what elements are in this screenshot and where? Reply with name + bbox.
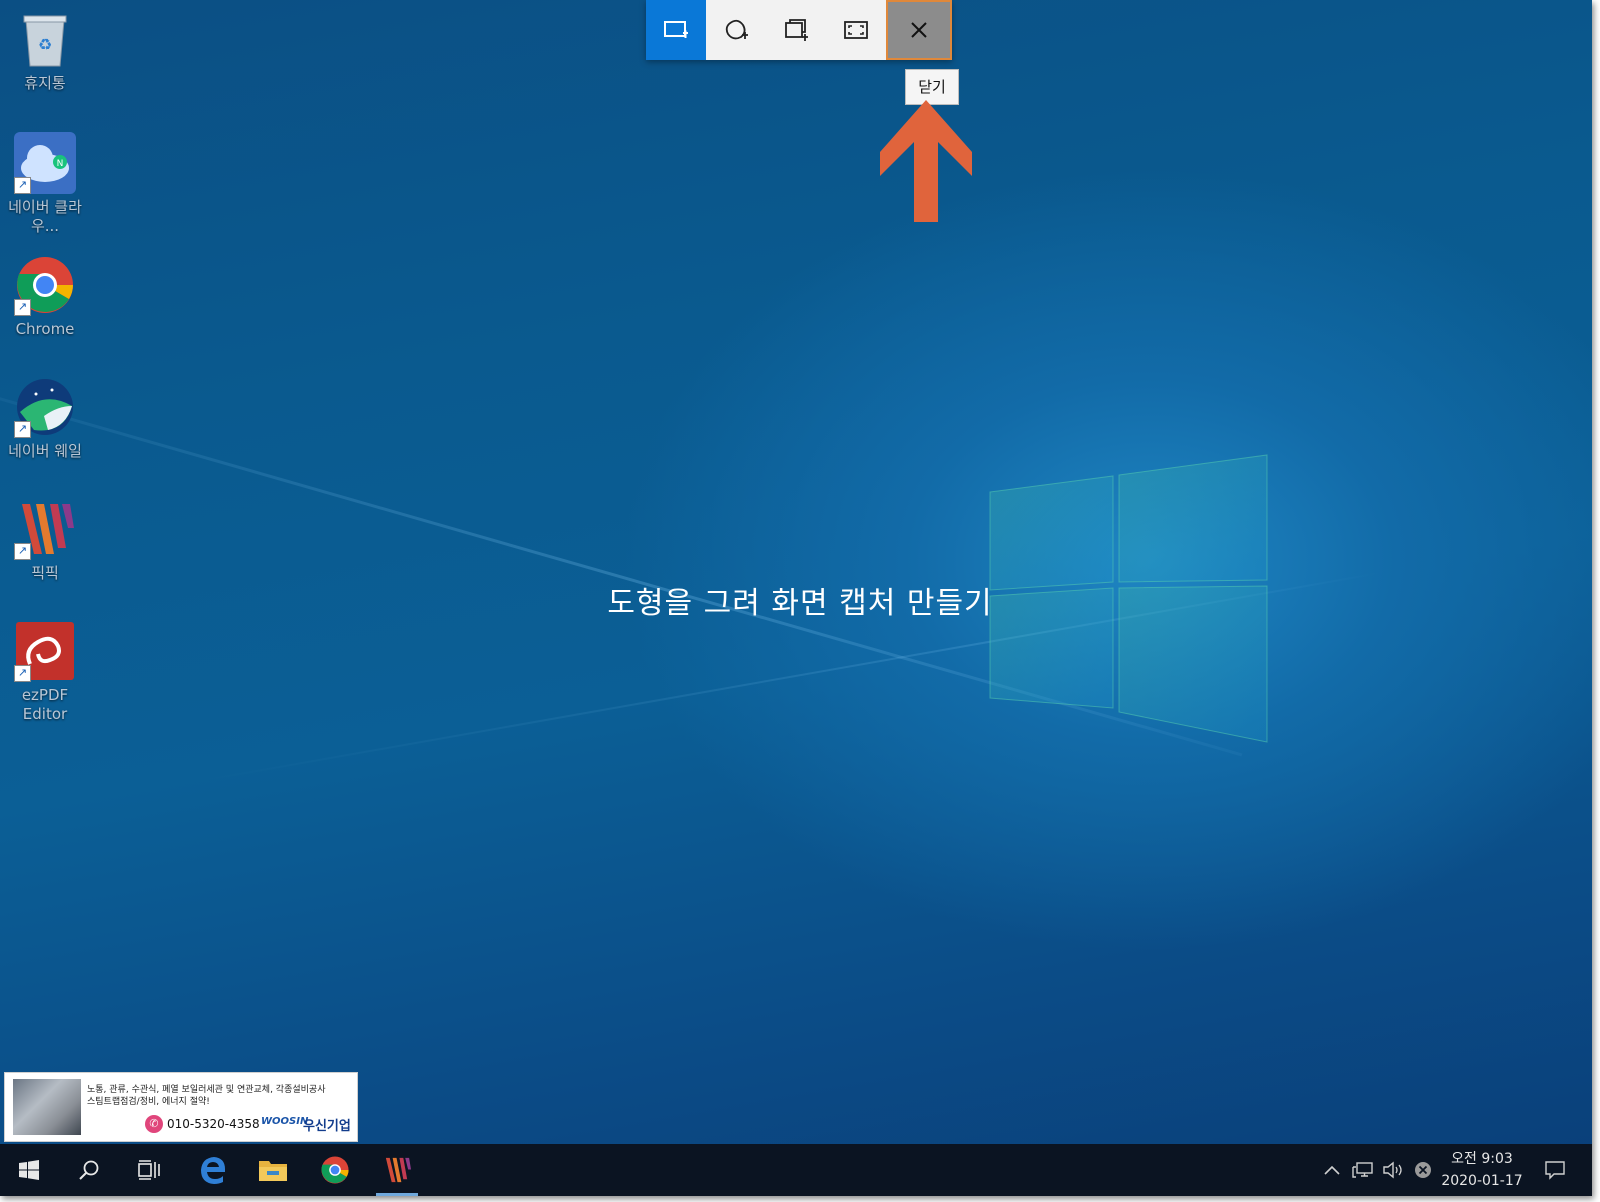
volume-tray-button[interactable]: [1380, 1144, 1406, 1196]
picpick-icon: [385, 1157, 412, 1183]
snip-toolbar: [646, 0, 952, 60]
shortcut-arrow-icon: ↗: [14, 543, 31, 560]
shortcut-arrow-icon: ↗: [14, 665, 31, 682]
ad-company-name: 우신기업: [303, 1119, 351, 1134]
annotation-arrow-icon: [880, 100, 972, 222]
taskbar-chrome[interactable]: [306, 1144, 364, 1196]
ad-phone-number: 010-5320-4358: [167, 1117, 260, 1131]
rectangular-snip-button[interactable]: [646, 0, 706, 60]
desktop-icon-label: 네이버 클라우...: [8, 198, 82, 235]
recycle-bin-icon: ♻: [23, 15, 67, 67]
action-center-button[interactable]: [1538, 1144, 1572, 1196]
shortcut-arrow-icon: ↗: [14, 421, 31, 438]
speaker-icon: [1383, 1161, 1402, 1179]
network-tray-button[interactable]: [1350, 1144, 1376, 1196]
search-button[interactable]: [60, 1144, 118, 1196]
taskbar-picpick[interactable]: [368, 1144, 426, 1196]
taskbar: 오전 9:03 2020-01-17: [0, 1144, 1592, 1196]
taskbar-clock[interactable]: 오전 9:03 2020-01-17: [1422, 1148, 1542, 1192]
close-icon: [911, 22, 927, 38]
phone-icon: ✆: [145, 1115, 163, 1133]
clock-time: 오전 9:03: [1451, 1151, 1513, 1167]
desktop-icon-naver-cloud[interactable]: N ↗ 네이버 클라우...: [0, 132, 90, 236]
desktop-icon-label: 휴지통: [24, 74, 66, 92]
svg-text:♻: ♻: [38, 35, 52, 54]
task-view-icon: [138, 1160, 160, 1180]
window-snip-icon: [785, 19, 808, 41]
desktop-icon-picpick[interactable]: ↗ 픽픽: [0, 498, 90, 583]
snip-instruction-text: 도형을 그려 화면 캡처 만들기: [607, 586, 993, 621]
desktop-icon-label: ezPDF Editor: [21, 686, 69, 723]
fullscreen-snip-icon: [844, 21, 868, 39]
window-snip-button[interactable]: [766, 0, 826, 60]
freeform-snip-button[interactable]: [706, 0, 766, 60]
notification-icon: [1545, 1161, 1565, 1180]
start-button[interactable]: [0, 1144, 58, 1196]
chevron-up-icon: [1324, 1165, 1340, 1175]
desktop-icon-label: Chrome: [15, 320, 75, 338]
desktop-icon-chrome[interactable]: ↗ Chrome: [0, 254, 90, 339]
shortcut-arrow-icon: ↗: [14, 177, 31, 194]
svg-text:N: N: [57, 159, 64, 169]
chrome-icon: [321, 1156, 349, 1184]
windows-logo-wallpaper: [989, 454, 1268, 743]
clock-date: 2020-01-17: [1441, 1173, 1523, 1189]
desktop-icon-label: 픽픽: [31, 564, 59, 582]
ad-text-line2: 스팀트랩점검/정비, 에너지 절약!: [87, 1097, 210, 1107]
edge-icon: [201, 1157, 225, 1184]
network-icon: [1352, 1162, 1373, 1178]
shortcut-arrow-icon: ↗: [14, 299, 31, 316]
advertisement-banner[interactable]: 노통, 관류, 수관식, 폐열 보일러세관 및 연관교체, 각종설비공사 스팀트…: [4, 1072, 358, 1142]
rectangle-snip-icon: [664, 21, 688, 38]
desktop-icon-label: 네이버 웨일: [8, 442, 82, 460]
fullscreen-snip-button[interactable]: [826, 0, 886, 60]
start-icon: [19, 1160, 39, 1180]
freeform-snip-icon: [725, 19, 748, 40]
close-snip-button[interactable]: [886, 0, 952, 60]
file-explorer-icon: [259, 1161, 287, 1181]
desktop: ♻ 휴지통 N ↗ 네이버 클라우... ↗ Chrome ↗ 네이버 웨일 ↗…: [0, 0, 1592, 1196]
desktop-icon-naver-whale[interactable]: ↗ 네이버 웨일: [0, 376, 90, 461]
desktop-icon-ezpdf[interactable]: ↗ ezPDF Editor: [0, 620, 90, 724]
ad-photo: [13, 1079, 81, 1135]
taskbar-edge[interactable]: [184, 1144, 242, 1196]
taskbar-file-explorer[interactable]: [244, 1144, 302, 1196]
show-hidden-icons-button[interactable]: [1320, 1144, 1344, 1196]
search-icon: [79, 1160, 99, 1180]
task-view-button[interactable]: [120, 1144, 178, 1196]
ad-brand-logo: WOOSIN: [261, 1116, 309, 1127]
desktop-icon-recycle-bin[interactable]: ♻ 휴지통: [0, 8, 90, 93]
